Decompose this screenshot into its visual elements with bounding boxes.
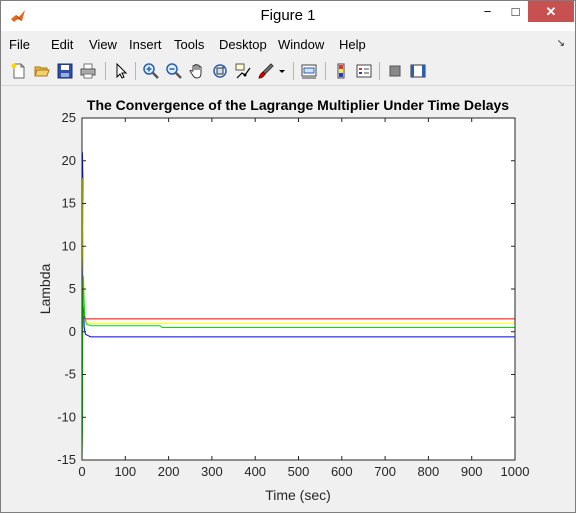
y-tick-label: -15: [57, 452, 76, 467]
menu-insert[interactable]: Insert: [129, 37, 162, 52]
y-tick-label: 0: [69, 324, 76, 339]
x-tick-label: 500: [288, 464, 310, 479]
x-axis-label: Time (sec): [265, 487, 331, 503]
y-tick-label: 20: [62, 153, 76, 168]
maximize-button[interactable]: □: [502, 1, 529, 22]
menu-tools[interactable]: Tools: [174, 37, 204, 52]
x-tick-label: 900: [461, 464, 483, 479]
show-plot-tools-icon[interactable]: [409, 62, 427, 80]
x-tick-label: 800: [418, 464, 440, 479]
open-file-icon[interactable]: [33, 62, 51, 80]
x-tick-label: 600: [331, 464, 353, 479]
new-figure-icon[interactable]: [10, 62, 28, 80]
rotate-3d-icon[interactable]: [211, 62, 229, 80]
menu-view[interactable]: View: [89, 37, 117, 52]
minimize-button[interactable]: −: [474, 1, 501, 22]
insert-legend-icon[interactable]: [355, 62, 373, 80]
menu-bar: File Edit View Insert Tools Desktop Wind…: [1, 32, 575, 56]
menu-file[interactable]: File: [9, 37, 30, 52]
zoom-in-icon[interactable]: [142, 62, 160, 80]
y-tick-label: 25: [62, 110, 76, 125]
brush-dropdown-icon[interactable]: [277, 62, 287, 80]
save-icon[interactable]: [56, 62, 74, 80]
toolbar: [1, 57, 575, 86]
pan-hand-icon[interactable]: [188, 62, 206, 80]
plot-area[interactable]: [82, 118, 515, 460]
x-tick-label: 100: [114, 464, 136, 479]
x-tick-label: 700: [374, 464, 396, 479]
x-tick-label: 200: [158, 464, 180, 479]
y-tick-label: 15: [62, 196, 76, 211]
y-tick-label: 10: [62, 238, 76, 253]
edit-plot-arrow-icon[interactable]: [112, 62, 130, 80]
y-tick-label: -5: [64, 367, 76, 382]
menu-help[interactable]: Help: [339, 37, 366, 52]
menu-desktop[interactable]: Desktop: [219, 37, 267, 52]
convergence-chart[interactable]: The Convergence of the Lagrange Multipli…: [1, 86, 575, 512]
x-tick-label: 400: [244, 464, 266, 479]
insert-colorbar-icon[interactable]: [332, 62, 350, 80]
print-icon[interactable]: [79, 62, 97, 80]
link-plot-icon[interactable]: [300, 62, 318, 80]
y-tick-label: -10: [57, 409, 76, 424]
y-axis-label: Lambda: [37, 263, 53, 314]
x-tick-label: 1000: [501, 464, 530, 479]
toolbar-separator: [293, 62, 294, 80]
toolbar-separator: [135, 62, 136, 80]
brush-icon[interactable]: [257, 62, 275, 80]
title-bar: Figure 1 − □ ✕: [1, 1, 575, 31]
zoom-out-icon[interactable]: [165, 62, 183, 80]
data-cursor-icon[interactable]: [234, 62, 252, 80]
x-tick-label: 0: [78, 464, 85, 479]
figure-window: Figure 1 − □ ✕ File Edit View Insert Too…: [0, 0, 576, 513]
toolbar-separator: [379, 62, 380, 80]
chart-title: The Convergence of the Lagrange Multipli…: [87, 97, 509, 113]
y-tick-label: 5: [69, 281, 76, 296]
menu-window[interactable]: Window: [278, 37, 324, 52]
x-tick-label: 300: [201, 464, 223, 479]
toolbar-separator: [105, 62, 106, 80]
close-button[interactable]: ✕: [528, 1, 574, 22]
dock-arrow-icon[interactable]: ↘: [557, 38, 565, 49]
hide-plot-tools-icon[interactable]: [386, 62, 404, 80]
toolbar-separator: [325, 62, 326, 80]
menu-edit[interactable]: Edit: [51, 37, 73, 52]
figure-canvas: The Convergence of the Lagrange Multipli…: [1, 86, 575, 512]
